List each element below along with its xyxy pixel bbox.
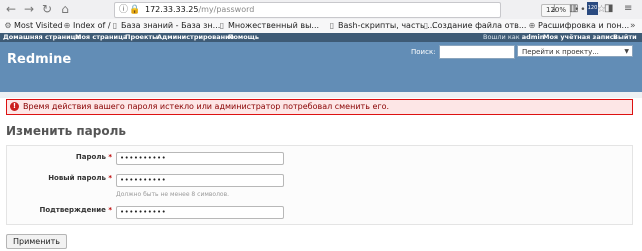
menu-help[interactable]: Помощь [228,33,259,42]
page-icon: ▯ [329,21,335,30]
menu-home[interactable]: Домашняя страница [3,33,80,42]
menu-projects[interactable]: Проекты [125,33,158,42]
page-title: Изменить пароль [6,124,126,138]
new-password-label: Новый пароль * [48,174,112,182]
flash-error: ! Время действия вашего пароля истекло и… [6,99,633,115]
bookmark-most-visited[interactable]: ⚙ Most Visited [4,19,62,33]
insecure-lock-icon[interactable]: 🔒 [129,3,140,17]
bookmarks-bar: ⚙ Most Visited ⊕ Index of / ▯ База знаний -… [0,19,642,34]
menu-my-account[interactable]: Моя учётная запись [543,33,618,42]
reload-icon[interactable]: ↻ [40,2,54,16]
back-icon[interactable]: ← [4,2,18,16]
password-length-hint: Должно быть не менее 8 символов. [116,191,230,198]
confirm-password-label: Подтверждение * [39,206,112,214]
menu-administration[interactable]: Администрирование [157,33,234,42]
browser-toolbar: ← → ↻ ⌂ ⓘ 🔒 172.33.33.25/my/password 120… [0,0,642,20]
bookmark-create-file[interactable]: ▯ Создание файла отв... [422,19,527,33]
app-title: Redmine [7,52,72,67]
header: Redmine Поиск: Перейти к проекту... ▼ [0,42,642,92]
menu-logout[interactable]: Выйти [613,33,637,42]
project-jump-label: Перейти к проекту... [522,48,599,56]
globe-icon: ⊕ [528,21,536,30]
logged-in-as: Вошли как admin [483,33,545,41]
gear-icon: ⚙ [4,21,12,30]
page-icon: ▯ [423,21,429,30]
apply-button[interactable]: Применить [6,234,67,249]
search-label: Поиск: [411,48,436,56]
bookmark-decode[interactable]: ⊕ Расшифровка и пон... [528,19,630,33]
info-icon[interactable]: ⓘ [119,3,128,17]
bookmarks-overflow-icon[interactable]: » [630,19,636,33]
current-password-label: Пароль * [75,153,112,161]
bookmark-index[interactable]: ⊕ Index of / [63,19,111,33]
search-input[interactable] [439,45,515,59]
address-bar[interactable]: ⓘ 🔒 172.33.33.25/my/password 120% ••• ☆ [114,2,606,18]
page-icon: ▯ [112,21,118,30]
bookmark-multiple[interactable]: ▯ Множественный вы... [218,19,319,33]
header-separator [0,92,642,98]
forward-icon[interactable]: → [22,2,36,16]
bookmark-bash[interactable]: ▯ Bash-скрипты, часть ... [328,19,435,33]
library-icon[interactable]: ▥ [569,2,578,16]
chevron-down-icon: ▼ [624,48,629,55]
downloads-icon[interactable]: ⤓ [552,2,556,16]
new-password-field[interactable]: •••••••••• [116,174,284,187]
error-icon: ! [10,102,19,111]
menu-icon[interactable]: ≡ [624,2,632,16]
globe-icon: ⊕ [63,21,71,30]
bookmark-knowledge-base[interactable]: ▯ База знаний - База зн... [111,19,220,33]
page-icon: ▯ [219,21,225,30]
current-password-field[interactable]: •••••••••• [116,152,284,165]
url-text: 172.33.33.25/my/password [145,5,255,14]
current-user[interactable]: admin [522,33,545,41]
confirm-password-field[interactable]: •••••••••• [116,206,284,219]
top-menu: Домашняя страница Моя страница Проекты А… [0,33,642,42]
project-jump-select[interactable]: Перейти к проекту... ▼ [517,45,633,57]
home-icon[interactable]: ⌂ [58,2,72,16]
flash-error-text: Время действия вашего пароля истекло или… [23,102,390,111]
sidebar-icon[interactable]: ◨ [604,2,613,16]
extension-badge[interactable]: 120 [587,2,598,15]
menu-my-page[interactable]: Моя страница [75,33,127,42]
